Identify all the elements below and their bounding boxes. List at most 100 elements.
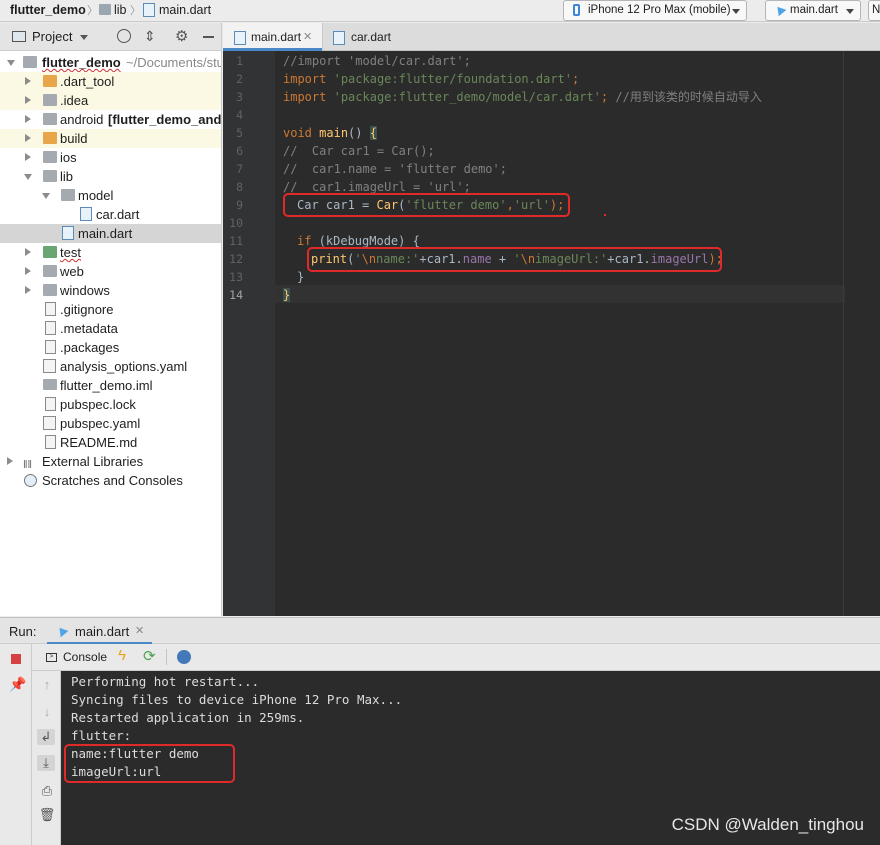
- tree-item-external-libraries[interactable]: ‖‖ External Libraries: [0, 452, 221, 471]
- chevron-down-icon[interactable]: [80, 35, 88, 40]
- tree-item-root[interactable]: flutter_demo ~/Documents/stu: [0, 53, 221, 72]
- tree-item-windows[interactable]: windows: [0, 281, 221, 300]
- collapse-arrow-icon[interactable]: [24, 174, 32, 180]
- devtools-icon[interactable]: [177, 650, 191, 664]
- tree-item-dart-tool[interactable]: .dart_tool: [0, 72, 221, 91]
- tree-item-analysis-options[interactable]: analysis_options.yaml: [0, 357, 221, 376]
- tree-item-readme[interactable]: README.md: [0, 433, 221, 452]
- tree-item-model[interactable]: model: [0, 186, 221, 205]
- keyword: if: [297, 234, 312, 248]
- excluded-folder-icon: [43, 132, 57, 144]
- soft-wrap-icon[interactable]: ↲: [37, 729, 55, 745]
- close-icon[interactable]: ✕: [135, 624, 144, 637]
- project-view-title[interactable]: Project: [32, 29, 72, 44]
- tree-item-scratches[interactable]: Scratches and Consoles: [0, 471, 221, 490]
- expand-arrow-icon[interactable]: [25, 115, 31, 123]
- tree-item-label: windows: [60, 283, 110, 298]
- text-file-icon: [45, 321, 56, 335]
- watermark: CSDN @Walden_tinghou: [671, 815, 864, 834]
- code-line-6: // Car car1 = Car();: [283, 142, 435, 160]
- module-folder-icon: [23, 56, 37, 68]
- breadcrumb-project[interactable]: flutter_demo: [10, 2, 86, 18]
- tab-main-dart[interactable]: main.dart ✕: [223, 23, 322, 51]
- expand-arrow-icon[interactable]: [7, 60, 15, 66]
- tree-item-web[interactable]: web: [0, 262, 221, 281]
- dart-file-icon: [80, 207, 92, 221]
- comment: //用到该类的时候自动导入: [615, 90, 762, 104]
- package-folder-icon: [61, 189, 75, 201]
- console-sidebar: ↑ ↓ ↲ ⤓ ⎙ 🗑: [32, 671, 61, 845]
- expand-arrow-icon[interactable]: [25, 134, 31, 142]
- expand-arrow-icon[interactable]: [25, 77, 31, 85]
- line-number-gutter: 1 2 3 4 5 6 7 8 9 10 11 12 13 14: [223, 51, 275, 616]
- locate-file-icon[interactable]: [117, 29, 131, 43]
- run-panel-header: Run: main.dart ✕: [0, 617, 880, 645]
- chevron-down-icon: [846, 9, 854, 14]
- hot-restart-icon[interactable]: ⟳: [143, 647, 156, 665]
- tree-item-label: ios: [60, 150, 77, 165]
- tree-item-label: android: [60, 112, 104, 127]
- stop-icon[interactable]: [11, 654, 21, 664]
- breadcrumb-folder[interactable]: lib: [114, 2, 127, 18]
- tree-item-android[interactable]: android [flutter_demo_andr: [0, 110, 221, 129]
- pin-icon[interactable]: 📌: [9, 676, 26, 693]
- tree-item-ios[interactable]: ios: [0, 148, 221, 167]
- collapse-arrow-icon[interactable]: [42, 193, 50, 199]
- tree-item-test[interactable]: test: [0, 243, 221, 262]
- breadcrumb-file[interactable]: main.dart: [159, 2, 211, 18]
- folder-icon: [43, 151, 57, 163]
- code-text: (kDebugMode) {: [311, 234, 420, 248]
- code-editor[interactable]: 1 2 3 4 5 6 7 8 9 10 11 12 13 14 //impor…: [223, 51, 880, 616]
- current-line-highlight: [275, 285, 845, 303]
- tree-item-build[interactable]: build: [0, 129, 221, 148]
- tree-item-main-dart[interactable]: main.dart: [0, 224, 221, 243]
- run-panel-sidebar: 📌: [0, 644, 32, 845]
- run-configuration-selector[interactable]: main.dart: [765, 0, 861, 21]
- yaml-file-icon: [43, 416, 56, 430]
- overflow-toolbar-button[interactable]: N: [868, 0, 880, 21]
- tree-item-label: dart_tool: [63, 74, 115, 89]
- tab-label: car.dart: [351, 30, 392, 44]
- arrow-up-icon[interactable]: ↑: [38, 677, 56, 692]
- web-folder-icon: [43, 265, 57, 277]
- arrow-down-icon[interactable]: ↓: [38, 704, 56, 719]
- tree-item-label: model: [78, 188, 114, 203]
- trash-icon[interactable]: 🗑: [38, 807, 56, 823]
- tree-item-gitignore[interactable]: .gitignore: [0, 300, 221, 319]
- tree-item-car-dart[interactable]: car.dart: [0, 205, 221, 224]
- expand-arrow-icon[interactable]: [25, 248, 31, 256]
- console-icon: >: [46, 653, 57, 662]
- tree-item-metadata[interactable]: .metadata: [0, 319, 221, 338]
- tree-item-label: idea: [63, 93, 89, 108]
- text-file-icon: [45, 340, 56, 354]
- print-icon[interactable]: ⎙: [38, 783, 56, 799]
- tree-item-lib[interactable]: lib: [0, 167, 221, 186]
- hide-panel-icon[interactable]: [203, 36, 214, 38]
- tree-item-iml[interactable]: flutter_demo.iml: [0, 376, 221, 395]
- gear-icon[interactable]: ⚙: [175, 27, 188, 45]
- flutter-icon: [773, 3, 787, 17]
- project-panel-header: Project ⇕ ⚙: [0, 23, 222, 51]
- tree-item-packages[interactable]: .packages: [0, 338, 221, 357]
- scroll-to-end-icon[interactable]: ⤓: [37, 755, 55, 771]
- run-tab-main-dart[interactable]: main.dart: [75, 624, 129, 639]
- console-line: Syncing files to device iPhone 12 Pro Ma…: [71, 692, 403, 707]
- device-selector[interactable]: iPhone 12 Pro Max (mobile): [563, 0, 747, 21]
- tab-car-dart[interactable]: car.dart: [322, 23, 414, 51]
- tree-item-label: Scratches and Consoles: [42, 473, 183, 488]
- line-number: 9: [236, 198, 243, 212]
- tree-item-idea[interactable]: .idea: [0, 91, 221, 110]
- expand-arrow-icon[interactable]: [25, 267, 31, 275]
- tree-item-label: lib: [60, 169, 74, 184]
- expand-arrow-icon[interactable]: [25, 96, 31, 104]
- tree-item-pubspec-lock[interactable]: pubspec.lock: [0, 395, 221, 414]
- tree-item-pubspec-yaml[interactable]: pubspec.yaml: [0, 414, 221, 433]
- hot-reload-icon[interactable]: ϟ: [118, 647, 126, 664]
- expand-arrow-icon[interactable]: [25, 153, 31, 161]
- close-icon[interactable]: ✕: [303, 23, 312, 51]
- console-tab[interactable]: Console: [63, 650, 107, 664]
- expand-arrow-icon[interactable]: [25, 286, 31, 294]
- expand-arrow-icon[interactable]: [7, 457, 13, 465]
- collapse-all-icon[interactable]: ⇕: [144, 28, 156, 45]
- scratches-icon: [24, 474, 37, 487]
